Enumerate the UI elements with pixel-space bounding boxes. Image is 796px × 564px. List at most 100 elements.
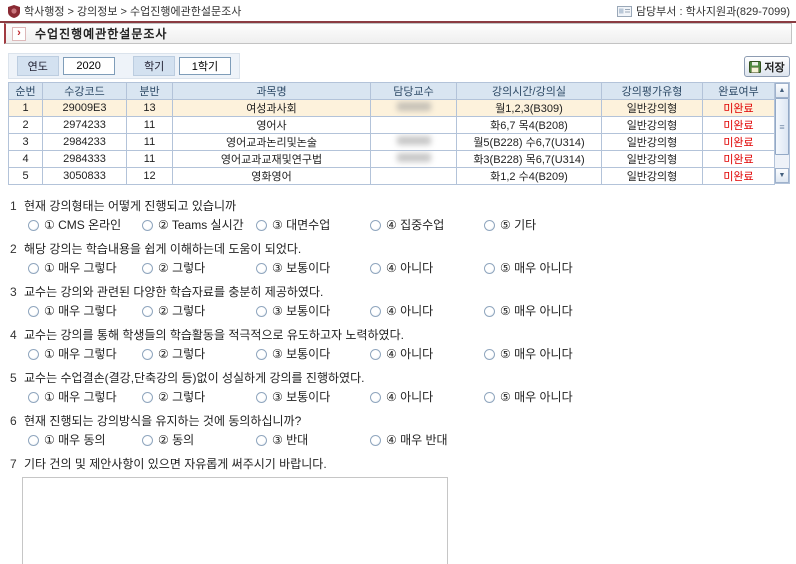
- filter-panel: 연도 학기: [8, 53, 240, 79]
- option-label: ② 그렇다: [158, 303, 205, 319]
- survey-option[interactable]: ① 매우 그렇다: [28, 303, 142, 319]
- survey-option[interactable]: ① 매우 그렇다: [28, 346, 142, 362]
- cell: 11: [127, 117, 173, 134]
- option-label: ① 매우 그렇다: [44, 389, 117, 405]
- survey-option[interactable]: ③ 보통이다: [256, 303, 370, 319]
- table-row[interactable]: 129009E313여성과사회월1,2,3(B309)일반강의형미완료: [9, 100, 775, 117]
- survey-option[interactable]: ④ 아니다: [370, 389, 484, 405]
- radio-icon[interactable]: [370, 263, 381, 274]
- option-label: ⑤ 매우 아니다: [500, 389, 573, 405]
- radio-icon[interactable]: [256, 392, 267, 403]
- cell: 5: [9, 168, 43, 185]
- option-label: ⑤ 매우 아니다: [500, 260, 573, 276]
- radio-icon[interactable]: [370, 435, 381, 446]
- cell: 13: [127, 100, 173, 117]
- survey-option[interactable]: ② 동의: [142, 432, 256, 448]
- survey-option[interactable]: ④ 아니다: [370, 346, 484, 362]
- radio-icon[interactable]: [28, 435, 39, 446]
- table-row[interactable]: 2297423311영어사화6,7 목4(B208)일반강의형미완료: [9, 117, 775, 134]
- survey-option[interactable]: ③ 대면수업: [256, 217, 370, 233]
- cell: [371, 117, 457, 134]
- survey-option[interactable]: ③ 보통이다: [256, 260, 370, 276]
- survey-option[interactable]: ⑤ 기타: [484, 217, 598, 233]
- table-row[interactable]: 3298423311영어교과논리및논술월5(B228) 수6,7(U314)일반…: [9, 134, 775, 151]
- radio-icon[interactable]: [28, 392, 39, 403]
- question-text: 현재 강의형태는 어떻게 진행되고 있습니까: [24, 199, 236, 214]
- radio-icon[interactable]: [370, 220, 381, 231]
- radio-icon[interactable]: [28, 349, 39, 360]
- survey-option[interactable]: ③ 보통이다: [256, 389, 370, 405]
- survey-option[interactable]: ① 매우 동의: [28, 432, 142, 448]
- cell: 일반강의형: [602, 100, 703, 117]
- radio-icon[interactable]: [28, 306, 39, 317]
- comments-textarea[interactable]: [22, 477, 448, 564]
- radio-icon[interactable]: [142, 263, 153, 274]
- survey-option[interactable]: ④ 매우 반대: [370, 432, 484, 448]
- survey-option[interactable]: ② 그렇다: [142, 303, 256, 319]
- survey-option[interactable]: ④ 집중수업: [370, 217, 484, 233]
- survey-option[interactable]: ④ 아니다: [370, 303, 484, 319]
- radio-icon[interactable]: [484, 306, 495, 317]
- scroll-up-button[interactable]: ▲: [775, 83, 789, 98]
- question-text: 현재 진행되는 강의방식을 유지하는 것에 동의하십니까?: [24, 414, 301, 429]
- redacted-name: [397, 153, 431, 162]
- question-text: 교수는 강의를 통해 학생들의 학습활동을 적극적으로 유도하고자 노력하였다.: [24, 328, 404, 343]
- radio-icon[interactable]: [142, 392, 153, 403]
- survey-option[interactable]: ③ 보통이다: [256, 346, 370, 362]
- semester-input[interactable]: [179, 57, 231, 75]
- column-header: 강의시간/강의실: [457, 83, 602, 100]
- scrollbar-thumb[interactable]: ≡: [775, 98, 789, 155]
- radio-icon[interactable]: [28, 263, 39, 274]
- survey-option[interactable]: ⑤ 매우 아니다: [484, 303, 598, 319]
- cell: 월5(B228) 수6,7(U314): [457, 134, 602, 151]
- radio-icon[interactable]: [370, 392, 381, 403]
- radio-icon[interactable]: [256, 306, 267, 317]
- cell: 미완료: [703, 134, 775, 151]
- scroll-down-button[interactable]: ▼: [775, 168, 789, 183]
- survey-option[interactable]: ① 매우 그렇다: [28, 260, 142, 276]
- survey-option[interactable]: ⑤ 매우 아니다: [484, 346, 598, 362]
- chevron-right-icon: ›: [12, 27, 26, 41]
- radio-icon[interactable]: [142, 306, 153, 317]
- university-shield-icon: [8, 5, 20, 18]
- radio-icon[interactable]: [256, 220, 267, 231]
- radio-icon[interactable]: [484, 349, 495, 360]
- survey-option[interactable]: ③ 반대: [256, 432, 370, 448]
- radio-icon[interactable]: [28, 220, 39, 231]
- radio-icon[interactable]: [256, 349, 267, 360]
- survey-option[interactable]: ① CMS 온라인: [28, 217, 142, 233]
- cell: 영어사: [173, 117, 371, 134]
- option-label: ⑤ 기타: [500, 217, 536, 233]
- radio-icon[interactable]: [484, 220, 495, 231]
- survey-option[interactable]: ② 그렇다: [142, 389, 256, 405]
- survey-question: 6현재 진행되는 강의방식을 유지하는 것에 동의하십니까?① 매우 동의② 동…: [0, 414, 796, 448]
- dept-info: 담당부서 : 학사지원과(829-7099): [636, 3, 790, 19]
- table-scrollbar[interactable]: ▲ ≡ ▼: [774, 82, 790, 184]
- radio-icon[interactable]: [484, 263, 495, 274]
- survey-option[interactable]: ② 그렇다: [142, 346, 256, 362]
- survey-option[interactable]: ② Teams 실시간: [142, 217, 256, 233]
- survey-option[interactable]: ④ 아니다: [370, 260, 484, 276]
- option-label: ④ 집중수업: [386, 217, 444, 233]
- radio-icon[interactable]: [370, 349, 381, 360]
- radio-icon[interactable]: [142, 435, 153, 446]
- radio-icon[interactable]: [256, 263, 267, 274]
- radio-icon[interactable]: [370, 306, 381, 317]
- survey-option[interactable]: ⑤ 매우 아니다: [484, 260, 598, 276]
- survey-option[interactable]: ② 그렇다: [142, 260, 256, 276]
- table-row[interactable]: 4298433311영어교과교재및연구법화3(B228) 목6,7(U314)일…: [9, 151, 775, 168]
- survey-option[interactable]: ⑤ 매우 아니다: [484, 389, 598, 405]
- page-title: 수업진행예관한설문조사: [35, 25, 167, 42]
- radio-icon[interactable]: [256, 435, 267, 446]
- radio-icon[interactable]: [142, 349, 153, 360]
- column-header: 분반: [127, 83, 173, 100]
- radio-icon[interactable]: [142, 220, 153, 231]
- save-button[interactable]: 저장: [744, 56, 790, 77]
- table-row[interactable]: 5305083312영화영어화1,2 수4(B209)일반강의형미완료: [9, 168, 775, 185]
- radio-icon[interactable]: [484, 392, 495, 403]
- cell: 일반강의형: [602, 117, 703, 134]
- survey-question: 1현재 강의형태는 어떻게 진행되고 있습니까① CMS 온라인② Teams …: [0, 199, 796, 233]
- survey-option[interactable]: ① 매우 그렇다: [28, 389, 142, 405]
- cell: 영어교과논리및논술: [173, 134, 371, 151]
- year-input[interactable]: [63, 57, 115, 75]
